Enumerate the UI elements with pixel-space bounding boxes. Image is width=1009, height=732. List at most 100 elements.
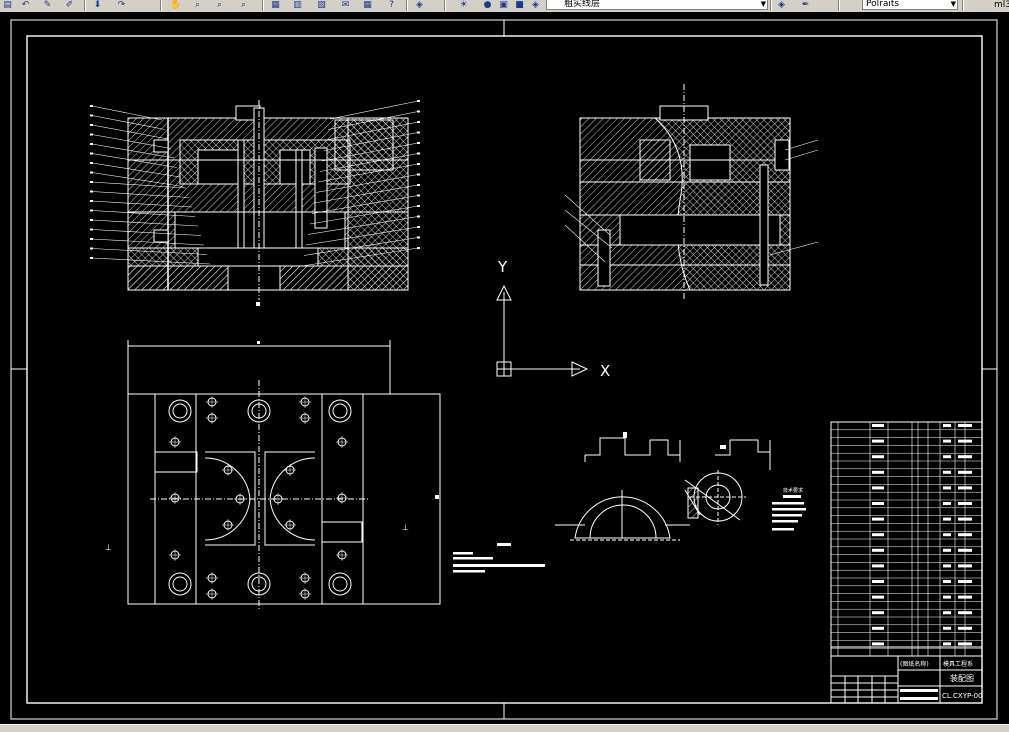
leader-dot [90, 238, 93, 240]
bom-cell-text [958, 502, 972, 505]
markup-icon[interactable]: ✉ [340, 0, 351, 10]
lightbulb-icon[interactable]: ☀ [458, 0, 469, 10]
chevron-down-icon[interactable]: ▼ [951, 0, 956, 9]
drawing-name: 装配图 [950, 673, 974, 683]
leader-dot [417, 215, 420, 218]
bom-cell-text [872, 424, 884, 427]
bom-cell-text [958, 564, 972, 568]
bom-cell-text [872, 595, 884, 599]
leader-dot [90, 209, 93, 212]
leader-dot [90, 143, 93, 145]
layer-dropdown[interactable]: 粗实线层 ▼ [546, 0, 768, 10]
bom-cell-text [958, 439, 972, 443]
undo-icon[interactable]: ↶ [20, 0, 31, 10]
layer-manager-icon[interactable]: ◈ [414, 0, 425, 10]
svg-text:⊥: ⊥ [105, 543, 112, 552]
front-section-view[interactable] [90, 100, 420, 306]
match-properties-icon[interactable]: ✒ [800, 0, 811, 10]
bom-cell-text [958, 611, 972, 615]
design-center-icon[interactable]: ▥ [292, 0, 303, 10]
bom-cell-text [943, 533, 951, 537]
side-section-view[interactable] [564, 84, 819, 300]
bom-cell-text [872, 455, 884, 459]
arrow-down-icon[interactable]: ⬇ [92, 0, 103, 10]
bom-cell-text [943, 611, 951, 615]
drawing-canvas[interactable]: ⊥ ⊥ Y X 技术要求 (图纸名称) 模具工程系 装配图 CL.CXYP-00 [0, 12, 1009, 724]
bom-cell-text [872, 502, 884, 505]
pencil-icon[interactable]: ✎ [42, 0, 53, 10]
leader-dot [90, 133, 93, 136]
style-dropdown[interactable]: Polraits ▼ [862, 0, 958, 10]
bom-cell-text [872, 611, 884, 615]
leader-line [329, 100, 419, 120]
leader-dot [417, 152, 420, 155]
detail-notes [772, 495, 806, 531]
guide-pillar-hole [168, 572, 192, 596]
chevron-down-icon[interactable]: ▼ [761, 0, 766, 9]
leader-line [91, 105, 163, 121]
bom-cell-text [958, 642, 972, 646]
bom-cell-text [872, 486, 884, 490]
bom-cell-text [872, 626, 884, 630]
bom-cell-text [943, 424, 951, 427]
bom-cell-text [943, 439, 951, 443]
leader-dot [90, 200, 93, 202]
lock-icon[interactable]: ▣ [498, 0, 509, 10]
pan-icon[interactable]: ✋ [170, 0, 181, 10]
svg-text:⊥: ⊥ [402, 523, 409, 532]
leader-dot [417, 131, 420, 134]
arrow-redo-icon[interactable]: ↷ [116, 0, 127, 10]
bom-cell-text [943, 470, 951, 474]
tool-palette-icon[interactable]: ▧ [316, 0, 327, 10]
title-block[interactable]: (图纸名称) 模具工程系 装配图 CL.CXYP-00 [830, 646, 983, 704]
layer-dropdown-value: 粗实线层 [564, 0, 601, 9]
guide-pillar-hole-inner [172, 576, 188, 592]
plan-notes [453, 543, 545, 573]
leader-dot [90, 105, 93, 107]
zoom-previous-icon[interactable]: ⌕ [238, 0, 249, 10]
leader-dot [90, 114, 93, 117]
guide-pillar-hole-inner [332, 403, 348, 419]
school-name: 模具工程系 [943, 660, 973, 668]
brush-icon[interactable]: ✐ [64, 0, 75, 10]
guide-pillar-hole-inner [332, 576, 348, 592]
bom-cell-text [872, 533, 884, 537]
leader-dot [90, 190, 93, 193]
bom-cell-text [943, 548, 951, 552]
leader-dot [417, 163, 420, 165]
layer-previous-icon[interactable]: ◈ [530, 0, 541, 10]
leader-dot [90, 162, 93, 164]
parts-list[interactable] [830, 421, 983, 657]
leader-dot [417, 226, 420, 228]
bom-cell-text [958, 517, 972, 521]
toolbar-separator [262, 0, 264, 11]
bom-cell-text [958, 424, 972, 427]
leader-dot [417, 194, 420, 197]
folder-open-icon[interactable]: ▤ [2, 0, 13, 10]
bom-cell-text [958, 626, 972, 630]
bom-cell-text [943, 455, 951, 459]
zoom-window-icon[interactable]: ⌕ [214, 0, 225, 10]
calculator-icon[interactable]: ▦ [362, 0, 373, 10]
layer-state-icon[interactable]: ◈ [776, 0, 787, 10]
bom-cell-text [872, 580, 884, 583]
plan-view[interactable]: ⊥ ⊥ [105, 340, 545, 610]
title-block-name-cell: (图纸名称) [900, 660, 929, 668]
properties-icon[interactable]: ▦ [270, 0, 281, 10]
leader-dot [90, 152, 93, 155]
part-detail-views[interactable] [555, 432, 771, 541]
guide-pillar-hole-inner [172, 403, 188, 419]
color-swatch-icon[interactable]: ■ [514, 0, 525, 10]
leader-dot [90, 228, 93, 231]
bom-cell-text [958, 580, 972, 583]
bom-cell-text [943, 486, 951, 490]
guide-pillar-hole [168, 399, 192, 423]
toolbar-separator [84, 0, 86, 11]
zoom-realtime-icon[interactable]: ⌕ [192, 0, 203, 10]
help-icon[interactable]: ? [386, 0, 397, 10]
leader-dot [417, 110, 420, 113]
bom-cell-text [943, 626, 951, 630]
guide-pillar-hole [328, 572, 352, 596]
sun-icon[interactable]: ● [482, 0, 493, 10]
ucs-y-label: Y [497, 258, 508, 276]
